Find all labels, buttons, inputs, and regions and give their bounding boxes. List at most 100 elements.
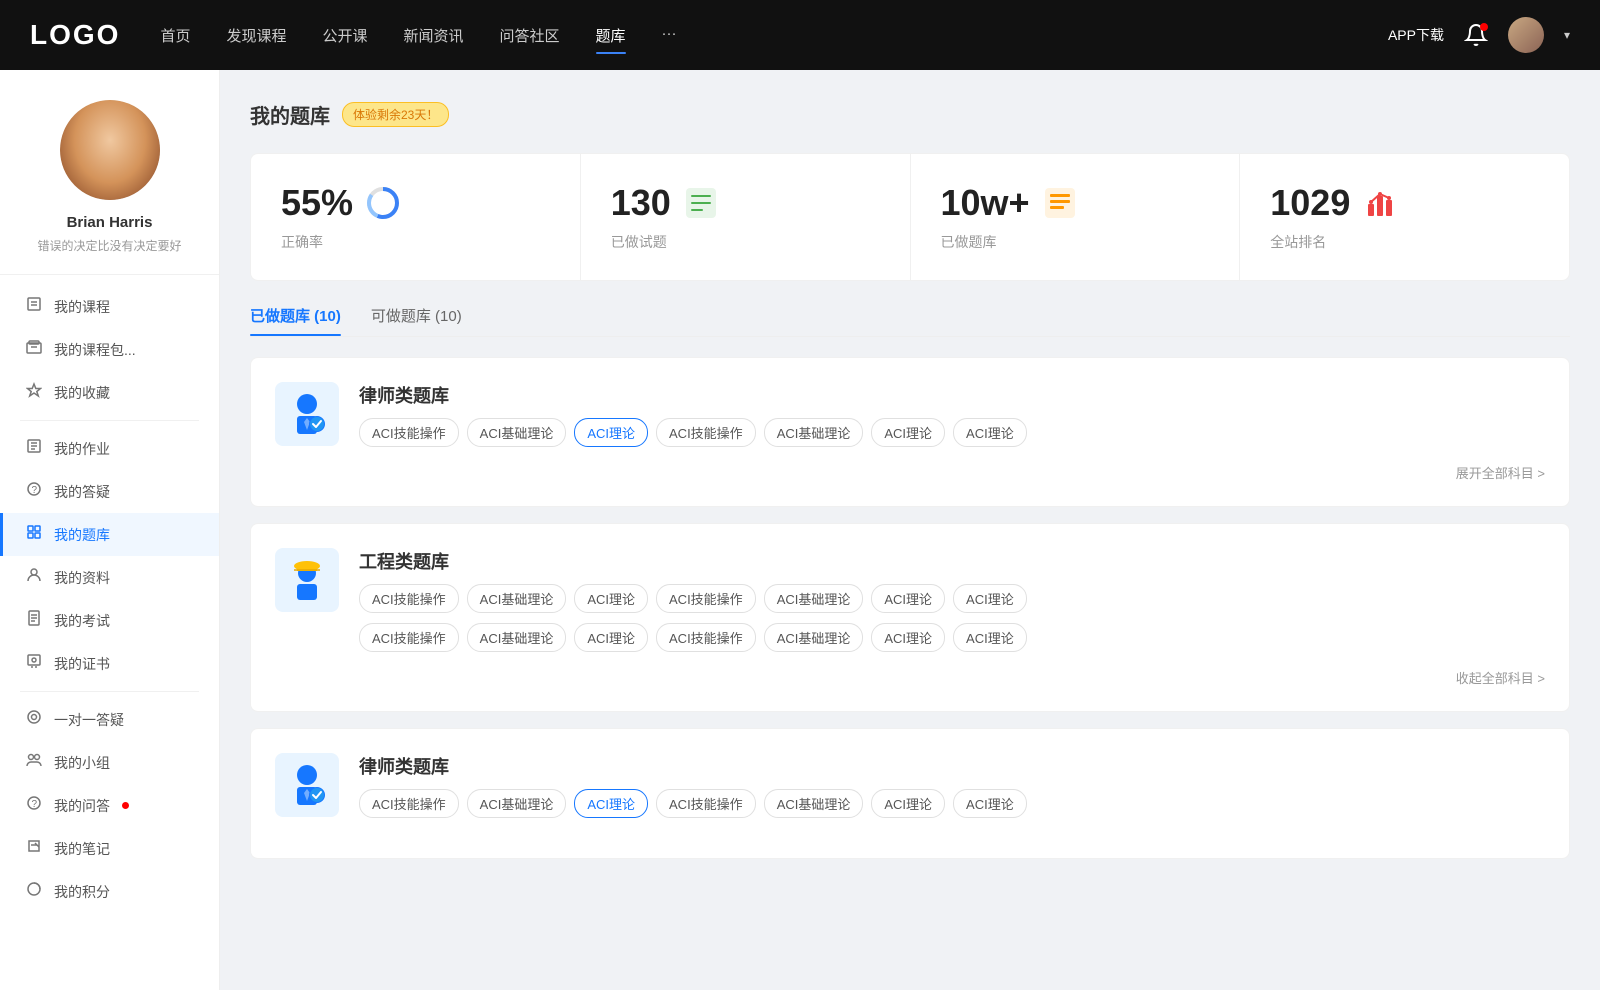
- tag-0-5[interactable]: ACI理论: [871, 418, 945, 447]
- bank-icon-lawyer-1: [275, 382, 339, 446]
- tag-1-5[interactable]: ACI理论: [871, 584, 945, 613]
- accuracy-chart-icon: [365, 185, 401, 221]
- homework-icon: [24, 438, 44, 459]
- tag-0-1[interactable]: ACI基础理论: [467, 418, 567, 447]
- sidebar-item-question-bank[interactable]: 我的题库: [0, 513, 219, 556]
- bank-icon-lawyer-3: [275, 753, 339, 817]
- svg-text:?: ?: [32, 799, 38, 810]
- tag-2-1[interactable]: ACI基础理论: [467, 789, 567, 818]
- user-dropdown-arrow[interactable]: ▾: [1564, 28, 1570, 42]
- nav-home[interactable]: 首页: [160, 21, 190, 50]
- menu-label-notes: 我的笔记: [54, 839, 110, 859]
- user-avatar-large: [60, 100, 160, 200]
- stat-label-ranking: 全站排名: [1270, 232, 1539, 252]
- sidebar-item-certificate[interactable]: 我的证书: [0, 642, 219, 685]
- nav-open-course[interactable]: 公开课: [322, 21, 367, 50]
- bank-title-2: 工程类题库: [359, 548, 1545, 574]
- tag-0-6[interactable]: ACI理论: [953, 418, 1027, 447]
- nav-menu: 首页 发现课程 公开课 新闻资讯 问答社区 题库 ···: [160, 21, 1388, 50]
- menu-label-course: 我的课程: [54, 297, 110, 317]
- tag-1-7[interactable]: ACI技能操作: [359, 623, 459, 652]
- trial-badge: 体验剩余23天！: [342, 102, 449, 127]
- tag-1-4[interactable]: ACI基础理论: [764, 584, 864, 613]
- tag-1-3[interactable]: ACI技能操作: [656, 584, 756, 613]
- tag-2-5[interactable]: ACI理论: [871, 789, 945, 818]
- sidebar-item-exam[interactable]: 我的考试: [0, 599, 219, 642]
- menu-label-certificate: 我的证书: [54, 654, 110, 674]
- sidebar-item-points[interactable]: 我的积分: [0, 870, 219, 913]
- menu-label-group: 我的小组: [54, 753, 110, 773]
- notification-bell[interactable]: [1464, 23, 1488, 47]
- tags-row-1: ACI技能操作 ACI基础理论 ACI理论 ACI技能操作 ACI基础理论 AC…: [359, 418, 1027, 447]
- sidebar-item-group[interactable]: 我的小组: [0, 741, 219, 784]
- tag-0-3[interactable]: ACI技能操作: [656, 418, 756, 447]
- bank-info-2: 工程类题库 ACI技能操作 ACI基础理论 ACI理论 ACI技能操作 ACI基…: [359, 548, 1545, 652]
- page-title: 我的题库: [250, 100, 330, 129]
- tab-done[interactable]: 已做题库 (10): [250, 305, 341, 336]
- bank-info-3: 律师类题库 ACI技能操作 ACI基础理论 ACI理论 ACI技能操作 ACI基…: [359, 753, 1027, 818]
- tag-0-4[interactable]: ACI基础理论: [764, 418, 864, 447]
- bank-card-header-3: 律师类题库 ACI技能操作 ACI基础理论 ACI理论 ACI技能操作 ACI基…: [275, 753, 1545, 818]
- tag-1-11[interactable]: ACI基础理论: [764, 623, 864, 652]
- tags-row-2a: ACI技能操作 ACI基础理论 ACI理论 ACI技能操作 ACI基础理论 AC…: [359, 584, 1545, 613]
- stat-top-done-questions: 130: [611, 182, 880, 224]
- sidebar-item-my-course[interactable]: 我的课程: [0, 285, 219, 328]
- tag-2-4[interactable]: ACI基础理论: [764, 789, 864, 818]
- tag-1-1[interactable]: ACI基础理论: [467, 584, 567, 613]
- question-bank-icon: [24, 524, 44, 545]
- menu-label-homework: 我的作业: [54, 439, 110, 459]
- menu-label-points: 我的积分: [54, 882, 110, 902]
- bank-title-3: 律师类题库: [359, 753, 1027, 779]
- stat-top-accuracy: 55%: [281, 182, 550, 224]
- bank-title-1: 律师类题库: [359, 382, 1027, 408]
- done-questions-icon: [683, 185, 719, 221]
- tag-1-9[interactable]: ACI理论: [574, 623, 648, 652]
- sidebar-item-qa[interactable]: ? 我的答疑: [0, 470, 219, 513]
- sidebar-item-course-pack[interactable]: 我的课程包...: [0, 328, 219, 371]
- navbar: LOGO 首页 发现课程 公开课 新闻资讯 问答社区 题库 ··· APP下载 …: [0, 0, 1600, 70]
- tags-row-2b: ACI技能操作 ACI基础理论 ACI理论 ACI技能操作 ACI基础理论 AC…: [359, 623, 1545, 652]
- sidebar-menu: 我的课程 我的课程包... 我的收藏: [0, 275, 219, 923]
- sidebar: Brian Harris 错误的决定比没有决定要好 我的课程: [0, 70, 220, 990]
- tag-0-0[interactable]: ACI技能操作: [359, 418, 459, 447]
- tag-2-6[interactable]: ACI理论: [953, 789, 1027, 818]
- menu-label-question-bank: 我的题库: [54, 525, 110, 545]
- nav-discover[interactable]: 发现课程: [226, 21, 286, 50]
- tag-1-13[interactable]: ACI理论: [953, 623, 1027, 652]
- sidebar-item-homework[interactable]: 我的作业: [0, 427, 219, 470]
- svg-text:?: ?: [32, 485, 38, 496]
- sidebar-item-profile[interactable]: 我的资料: [0, 556, 219, 599]
- tag-0-2[interactable]: ACI理论: [574, 418, 648, 447]
- sidebar-item-my-qa[interactable]: ? 我的问答: [0, 784, 219, 827]
- tag-1-2[interactable]: ACI理论: [574, 584, 648, 613]
- tag-1-10[interactable]: ACI技能操作: [656, 623, 756, 652]
- nav-question-bank[interactable]: 题库: [596, 21, 626, 50]
- tag-1-6[interactable]: ACI理论: [953, 584, 1027, 613]
- sidebar-item-one-on-one[interactable]: 一对一答疑: [0, 698, 219, 741]
- nav-qa[interactable]: 问答社区: [500, 21, 560, 50]
- tag-1-8[interactable]: ACI基础理论: [467, 623, 567, 652]
- sidebar-item-favorites[interactable]: 我的收藏: [0, 371, 219, 414]
- stat-value-ranking: 1029: [1270, 182, 1350, 224]
- tag-2-0[interactable]: ACI技能操作: [359, 789, 459, 818]
- tag-1-0[interactable]: ACI技能操作: [359, 584, 459, 613]
- tag-2-3[interactable]: ACI技能操作: [656, 789, 756, 818]
- tag-2-2[interactable]: ACI理论: [574, 789, 648, 818]
- nav-news[interactable]: 新闻资讯: [404, 21, 464, 50]
- navbar-right: APP下载 ▾: [1388, 17, 1570, 53]
- stat-ranking: 1029 全站排名: [1240, 154, 1569, 280]
- app-download-link[interactable]: APP下载: [1388, 25, 1444, 45]
- user-avatar-nav[interactable]: [1508, 17, 1544, 53]
- tag-1-12[interactable]: ACI理论: [871, 623, 945, 652]
- expand-link-1[interactable]: 展开全部科目 >: [275, 463, 1545, 482]
- menu-label-favorites: 我的收藏: [54, 383, 110, 403]
- bank-card-engineer: 工程类题库 ACI技能操作 ACI基础理论 ACI理论 ACI技能操作 ACI基…: [250, 523, 1570, 712]
- sidebar-item-notes[interactable]: 我的笔记: [0, 827, 219, 870]
- nav-more[interactable]: ···: [662, 21, 677, 50]
- logo[interactable]: LOGO: [30, 19, 120, 51]
- page-header: 我的题库 体验剩余23天！: [250, 100, 1570, 129]
- course-pack-icon: [24, 339, 44, 360]
- tab-available[interactable]: 可做题库 (10): [371, 305, 462, 336]
- expand-link-2[interactable]: 收起全部科目 >: [275, 668, 1545, 687]
- main-layout: Brian Harris 错误的决定比没有决定要好 我的课程: [0, 70, 1600, 990]
